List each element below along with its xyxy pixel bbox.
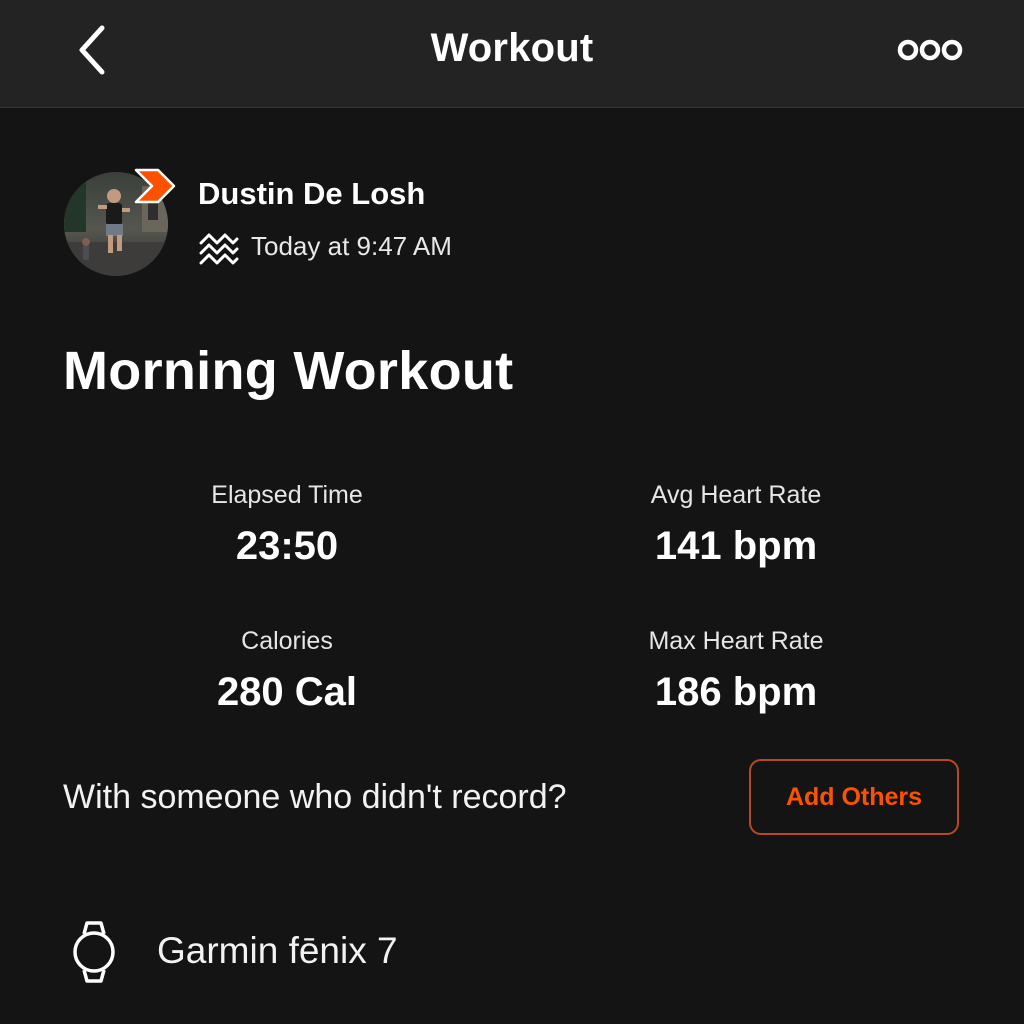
stat-label: Calories [241,627,333,655]
workout-type-icon [199,233,239,265]
stat-label: Avg Heart Rate [650,481,822,509]
watch-icon [73,921,115,983]
workout-screen: Workout Dustin De Losh Today at 9:47 AM … [0,0,1024,1024]
stat-elapsed-time: Elapsed Time 23:50 [87,481,487,569]
stat-value: 186 bpm [654,670,818,714]
stat-value: 280 Cal [216,670,358,714]
add-others-button[interactable]: Add Others [749,759,959,835]
stat-value: 23:50 [235,524,339,568]
activity-timestamp: Today at 9:47 AM [251,231,452,261]
subscriber-badge-icon [134,168,176,204]
more-options-icon [897,39,963,61]
page-title: Workout [430,26,594,70]
stat-max-heart-rate: Max Heart Rate 186 bpm [536,627,936,715]
top-navbar: Workout [0,0,1024,108]
stat-avg-heart-rate: Avg Heart Rate 141 bpm [536,481,936,569]
athlete-name[interactable]: Dustin De Losh [198,176,425,212]
athlete-avatar-container[interactable] [62,168,178,278]
add-others-prompt: With someone who didn't record? [63,778,567,816]
stat-value: 141 bpm [654,524,818,568]
stat-label: Max Heart Rate [648,627,824,655]
device-name[interactable]: Garmin fēnix 7 [157,930,398,972]
more-options-button[interactable] [894,30,966,70]
stat-calories: Calories 280 Cal [87,627,487,715]
stat-label: Elapsed Time [211,481,363,509]
workout-title: Morning Workout [63,341,514,401]
